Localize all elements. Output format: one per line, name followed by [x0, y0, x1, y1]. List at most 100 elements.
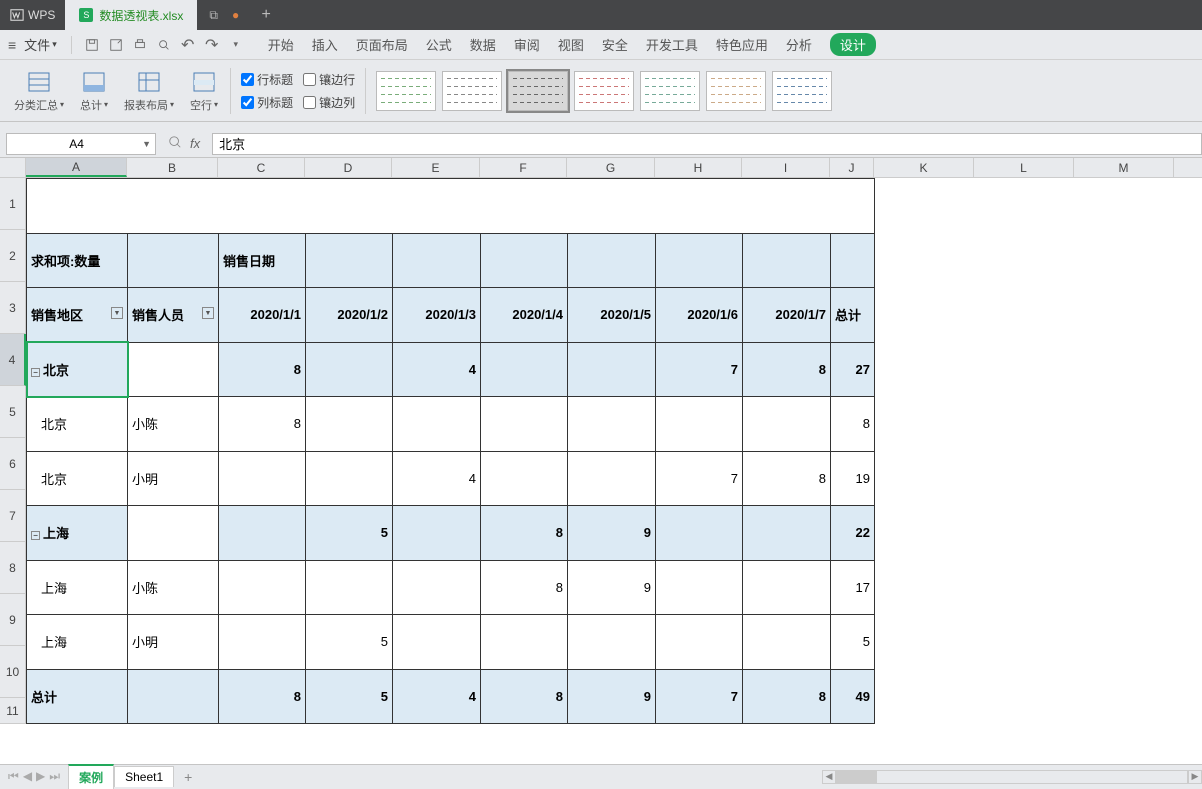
- tab-insert[interactable]: 插入: [312, 35, 338, 54]
- col-headers-checkbox[interactable]: 列标题: [241, 94, 293, 111]
- redo-icon[interactable]: ↷: [202, 35, 222, 55]
- sheet-nav-next-icon[interactable]: ▶: [36, 769, 45, 784]
- cell-B8[interactable]: 小陈: [128, 560, 219, 615]
- cell-date-4[interactable]: 2020/1/4: [481, 288, 568, 343]
- select-all-corner[interactable]: [0, 158, 26, 177]
- wps-home-button[interactable]: WPS: [0, 0, 65, 30]
- cell-date-label[interactable]: 销售日期: [219, 233, 306, 288]
- row-header-5[interactable]: 5: [0, 386, 26, 438]
- namebox-dropdown-icon[interactable]: ▼: [142, 139, 151, 149]
- cell-A4[interactable]: −北京: [27, 342, 128, 397]
- cell-A8[interactable]: 上海: [27, 560, 128, 615]
- spreadsheet-grid[interactable]: A B C D E F G H I J K L M 1 2 3 4 5 6 7 …: [0, 158, 1202, 764]
- row-header-10[interactable]: 10: [0, 646, 26, 698]
- col-header-H[interactable]: H: [655, 158, 742, 177]
- col-header-L[interactable]: L: [974, 158, 1074, 177]
- cell-date-6[interactable]: 2020/1/6: [656, 288, 743, 343]
- tab-layout[interactable]: 页面布局: [356, 35, 408, 54]
- tab-data[interactable]: 数据: [470, 35, 496, 54]
- col-header-J[interactable]: J: [830, 158, 874, 177]
- col-header-I[interactable]: I: [742, 158, 830, 177]
- print-icon[interactable]: [130, 35, 150, 55]
- sheet-nav-last-icon[interactable]: ⏭: [49, 769, 60, 784]
- sheet-tab-1[interactable]: 案例: [68, 764, 114, 789]
- cell-date-2[interactable]: 2020/1/2: [306, 288, 393, 343]
- formula-input[interactable]: 北京: [212, 133, 1202, 155]
- style-thumb-7[interactable]: [772, 71, 832, 111]
- col-header-F[interactable]: F: [480, 158, 567, 177]
- scroll-thumb[interactable]: [837, 771, 877, 783]
- cell-C4[interactable]: 8: [219, 342, 306, 397]
- fx-icon[interactable]: fx: [190, 136, 200, 151]
- save-as-icon[interactable]: [106, 35, 126, 55]
- cell-A10[interactable]: 总计: [27, 669, 128, 724]
- row-header-11[interactable]: 11: [0, 698, 26, 724]
- style-thumb-2[interactable]: [442, 71, 502, 111]
- tab-review[interactable]: 审阅: [514, 35, 540, 54]
- cell-A6[interactable]: 北京: [27, 451, 128, 506]
- row-header-9[interactable]: 9: [0, 594, 26, 646]
- cell-B6[interactable]: 小明: [128, 451, 219, 506]
- col-header-C[interactable]: C: [218, 158, 305, 177]
- row-header-1[interactable]: 1: [0, 178, 26, 230]
- col-header-B[interactable]: B: [127, 158, 218, 177]
- save-icon[interactable]: [82, 35, 102, 55]
- person-filter-icon[interactable]: ▼: [202, 307, 214, 319]
- sheet-nav-prev-icon[interactable]: ◀: [23, 769, 32, 784]
- tab-start[interactable]: 开始: [268, 35, 294, 54]
- tab-icon-dup[interactable]: ⧉: [209, 8, 218, 23]
- style-thumb-3[interactable]: [508, 71, 568, 111]
- cell-A7[interactable]: −上海: [27, 506, 128, 561]
- grandtotals-button[interactable]: 总计▾: [72, 67, 116, 115]
- collapse-icon[interactable]: −: [31, 368, 40, 377]
- scroll-right-icon[interactable]: ▶: [1188, 770, 1202, 784]
- sheet-tab-2[interactable]: Sheet1: [114, 766, 174, 787]
- style-thumb-1[interactable]: [376, 71, 436, 111]
- cell-person-label[interactable]: 销售人员▼: [128, 288, 219, 343]
- col-header-D[interactable]: D: [305, 158, 392, 177]
- tab-analyze[interactable]: 分析: [786, 35, 812, 54]
- horizontal-scrollbar[interactable]: ◀ ▶: [822, 770, 1202, 784]
- cell-region-label[interactable]: 销售地区▼: [27, 288, 128, 343]
- collapse-icon[interactable]: −: [31, 531, 40, 540]
- tab-view[interactable]: 视图: [558, 35, 584, 54]
- tab-security[interactable]: 安全: [602, 35, 628, 54]
- style-thumb-6[interactable]: [706, 71, 766, 111]
- tab-featured[interactable]: 特色应用: [716, 35, 768, 54]
- cell-date-3[interactable]: 2020/1/3: [393, 288, 481, 343]
- tab-formula[interactable]: 公式: [426, 35, 452, 54]
- undo-icon[interactable]: ↶: [178, 35, 198, 55]
- tab-devtools[interactable]: 开发工具: [646, 35, 698, 54]
- cell-measure[interactable]: 求和项:数量: [27, 233, 128, 288]
- row-header-2[interactable]: 2: [0, 230, 26, 282]
- row-header-8[interactable]: 8: [0, 542, 26, 594]
- reportlayout-button[interactable]: 报表布局▾: [116, 67, 182, 115]
- print-preview-icon[interactable]: [154, 35, 174, 55]
- blankrows-button[interactable]: 空行▾: [182, 67, 226, 115]
- cell-total-label[interactable]: 总计: [831, 288, 875, 343]
- row-header-7[interactable]: 7: [0, 490, 26, 542]
- hamburger-icon[interactable]: ≡: [8, 37, 16, 53]
- sheet-nav-first-icon[interactable]: ⏮: [8, 769, 19, 784]
- cell-date-7[interactable]: 2020/1/7: [743, 288, 831, 343]
- row-header-6[interactable]: 6: [0, 438, 26, 490]
- cell-B5[interactable]: 小陈: [128, 397, 219, 452]
- col-header-K[interactable]: K: [874, 158, 974, 177]
- banded-rows-checkbox[interactable]: 镶边行: [303, 71, 355, 88]
- col-header-E[interactable]: E: [392, 158, 480, 177]
- tab-design[interactable]: 设计: [830, 33, 876, 56]
- row-header-3[interactable]: 3: [0, 282, 26, 334]
- file-menu[interactable]: 文件 ▾: [20, 33, 61, 56]
- scroll-left-icon[interactable]: ◀: [822, 770, 836, 784]
- region-filter-icon[interactable]: ▼: [111, 307, 123, 319]
- cell-A9[interactable]: 上海: [27, 615, 128, 670]
- row-header-4[interactable]: 4: [0, 334, 26, 386]
- qat-dropdown-icon[interactable]: ▾: [226, 35, 246, 55]
- cells[interactable]: 求和项:数量 销售日期 销售地区▼ 销售人员▼ 2020/1/1 2020/1/…: [26, 178, 875, 724]
- cell-date-1[interactable]: 2020/1/1: [219, 288, 306, 343]
- col-header-G[interactable]: G: [567, 158, 655, 177]
- banded-cols-checkbox[interactable]: 镶边列: [303, 94, 355, 111]
- cell-A5[interactable]: 北京: [27, 397, 128, 452]
- subtotals-button[interactable]: 分类汇总▾: [6, 67, 72, 115]
- new-tab-button[interactable]: +: [251, 0, 281, 30]
